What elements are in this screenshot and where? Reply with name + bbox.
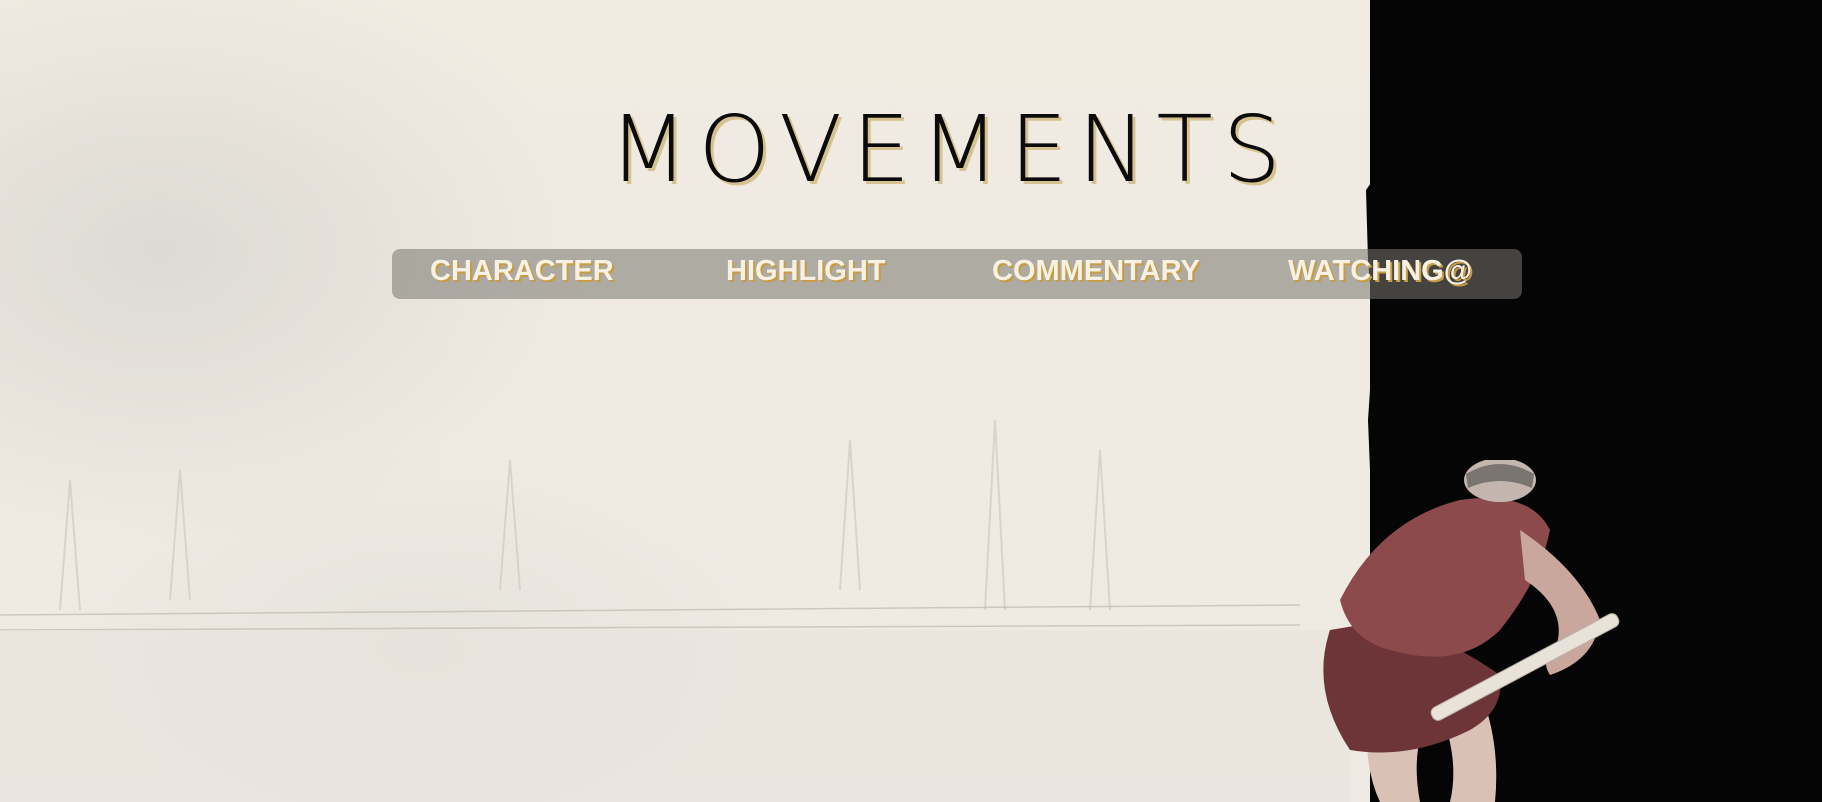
nav-item-character[interactable]: CHARACTER	[430, 255, 614, 288]
hunched-figure-icon	[1323, 460, 1620, 802]
page-title: MOVEMENTS	[608, 96, 1292, 203]
nav-item-watching[interactable]: WATCHING@	[1288, 255, 1472, 288]
hero-section: MOVEMENTS CHARACTER HIGHLIGHT COMMENTARY…	[0, 0, 1822, 802]
background-fence-illustration	[0, 419, 1350, 802]
nav-item-highlight[interactable]: HIGHLIGHT	[726, 255, 886, 288]
nav-item-commentary[interactable]: COMMENTARY	[992, 255, 1200, 288]
main-nav: CHARACTER HIGHLIGHT COMMENTARY WATCHING@	[392, 249, 1522, 299]
